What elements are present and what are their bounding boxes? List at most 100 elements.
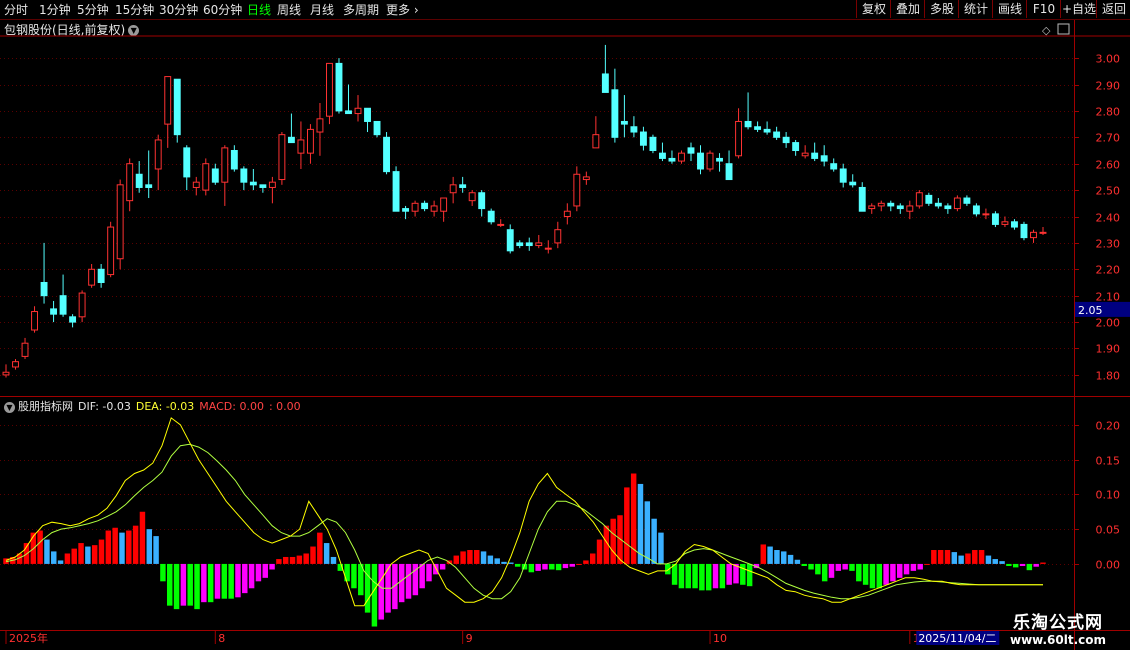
price-tick-label-9: 2.70 [1096, 132, 1121, 145]
macd-bar [801, 563, 807, 567]
macd-bar [767, 546, 773, 564]
candle-body [364, 107, 371, 122]
macd-bar [78, 543, 84, 564]
candle-body [154, 139, 162, 170]
candle-body [735, 120, 743, 157]
date-label-0: 2025年 [9, 631, 48, 645]
candle-body [906, 205, 914, 212]
candle-body [316, 118, 324, 133]
macd-bar [323, 543, 330, 564]
candle-body [601, 73, 609, 93]
macd-bar [787, 554, 794, 564]
macd-bar [774, 550, 780, 564]
candle-body [240, 168, 248, 183]
panel-toggle-icon[interactable] [1057, 23, 1070, 35]
macd-bar [903, 563, 910, 575]
macd-bar [1006, 563, 1012, 567]
macd-bar [549, 563, 555, 570]
candle-body [421, 202, 429, 210]
macd-tick-label-4: 0.20 [1096, 420, 1121, 433]
price-tick-label-10: 2.80 [1096, 106, 1121, 119]
macd-bar [37, 530, 43, 564]
macd-tick-label-0: 0.00 [1096, 559, 1121, 572]
candle-body [630, 126, 638, 133]
price-tick-label-2: 2.00 [1096, 317, 1121, 330]
macd-bar [276, 559, 282, 564]
macd-bar [978, 550, 985, 564]
macd-bar [105, 530, 112, 564]
candle-body [611, 89, 619, 138]
candle-body [278, 134, 286, 181]
macd-bar [692, 563, 698, 589]
candle-body [40, 281, 48, 297]
macd-bar [528, 563, 535, 573]
macd-bar [596, 539, 603, 564]
macd-bar [931, 550, 937, 564]
macd-bar [869, 563, 876, 589]
macd-bar [576, 563, 582, 565]
macd-bar [897, 563, 903, 578]
candle-body [925, 194, 933, 204]
candle-body [335, 62, 343, 112]
date-label-2: 9 [466, 632, 473, 645]
macd-bar [555, 563, 562, 571]
macd-bar [119, 532, 125, 564]
macd-bar [44, 539, 50, 564]
macd-bar [398, 563, 405, 603]
macd-bar [467, 550, 473, 564]
candle-body [164, 76, 172, 125]
macd-bar [992, 559, 998, 564]
macd-bar [126, 530, 132, 564]
macd-bar [1012, 563, 1019, 568]
candle-body [392, 171, 400, 212]
macd-bar [57, 560, 64, 564]
candle-body [468, 192, 476, 202]
macd-bar [501, 561, 507, 564]
macd-bar [153, 536, 159, 564]
candle-body [535, 242, 543, 247]
candle-body [326, 62, 333, 117]
macd-bar [146, 529, 152, 564]
macd-bar [330, 556, 337, 564]
candle-body [202, 163, 210, 191]
macd-bar [426, 563, 432, 582]
candle-body [649, 136, 657, 152]
macd-bar [508, 562, 514, 564]
candle-body [915, 192, 923, 207]
macd-bar [637, 483, 644, 564]
macd-bar [972, 550, 978, 564]
macd-bar [173, 563, 180, 610]
price-tick-label-11: 2.90 [1096, 80, 1121, 93]
candle-body [449, 184, 457, 194]
macd-bar [351, 563, 357, 589]
candle-body [525, 242, 533, 247]
price-tick-label-8: 2.60 [1096, 159, 1121, 172]
candle-body [297, 139, 305, 154]
candle-body [697, 152, 704, 170]
candle-body [135, 173, 143, 188]
price-tag-label: 2.05 [1078, 304, 1103, 317]
macd-bar [85, 546, 91, 564]
watermark-line2: www.60lt.com [1009, 633, 1107, 647]
macd-bar [944, 550, 951, 564]
candle-body [211, 168, 219, 183]
macd-bar [514, 563, 521, 567]
macd-bar [303, 553, 309, 564]
candle-body [88, 268, 96, 286]
stock-chart[interactable]: 1.80 1.90 2.00 2.10 2.20 2.30 2.40 2.50 2.60 2.70… [0, 0, 1130, 650]
macd-bar [999, 561, 1005, 564]
candle-body [145, 184, 153, 188]
macd-bar [740, 563, 746, 585]
macd-bar [821, 563, 828, 582]
macd-bar [474, 550, 480, 564]
candle-body [1030, 231, 1037, 239]
candle-body [373, 120, 381, 136]
macd-bar [269, 563, 275, 570]
candle-body [687, 147, 695, 154]
diamond-icon[interactable]: ◇ [1042, 24, 1051, 37]
macd-bar [924, 563, 930, 565]
price-tick-label-5: 2.30 [1096, 238, 1121, 251]
candle-body [620, 120, 628, 125]
candle-body [1039, 231, 1047, 234]
macd-bar [862, 563, 869, 585]
